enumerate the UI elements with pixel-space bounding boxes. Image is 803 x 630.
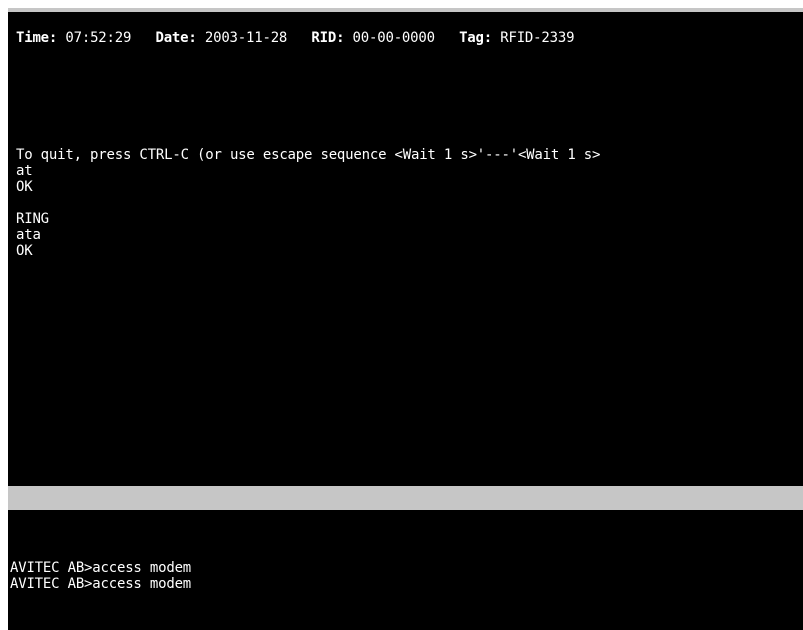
output-line: OK bbox=[16, 243, 33, 259]
command-console[interactable]: AVITEC AB>access modem AVITEC AB>access … bbox=[8, 560, 803, 592]
tag-value: RFID-2339 bbox=[500, 30, 575, 46]
pane-divider[interactable] bbox=[8, 486, 803, 510]
output-line: ata bbox=[16, 227, 41, 243]
output-line: To quit, press CTRL-C (or use escape seq… bbox=[16, 147, 601, 163]
terminal-output[interactable]: To quit, press CTRL-C (or use escape seq… bbox=[8, 147, 803, 487]
time-value: 07:52:29 bbox=[65, 30, 132, 46]
command-line: AVITEC AB>access modem bbox=[10, 576, 192, 592]
time-label: Time: bbox=[16, 30, 58, 46]
terminal-window[interactable]: Time: 07:52:29 Date: 2003-11-28 RID: 00-… bbox=[8, 12, 803, 630]
tag-label: Tag: bbox=[459, 30, 492, 46]
output-line: at bbox=[16, 163, 33, 179]
window-left-margin bbox=[0, 0, 8, 630]
status-bar: Time: 07:52:29 Date: 2003-11-28 RID: 00-… bbox=[16, 30, 574, 46]
output-line: OK bbox=[16, 179, 33, 195]
rid-value: 00-00-0000 bbox=[352, 30, 435, 46]
command-line: AVITEC AB>access modem bbox=[10, 560, 192, 576]
date-value: 2003-11-28 bbox=[204, 30, 288, 46]
output-line: RING bbox=[16, 211, 49, 227]
date-label: Date: bbox=[155, 30, 197, 46]
rid-label: RID: bbox=[311, 30, 345, 46]
